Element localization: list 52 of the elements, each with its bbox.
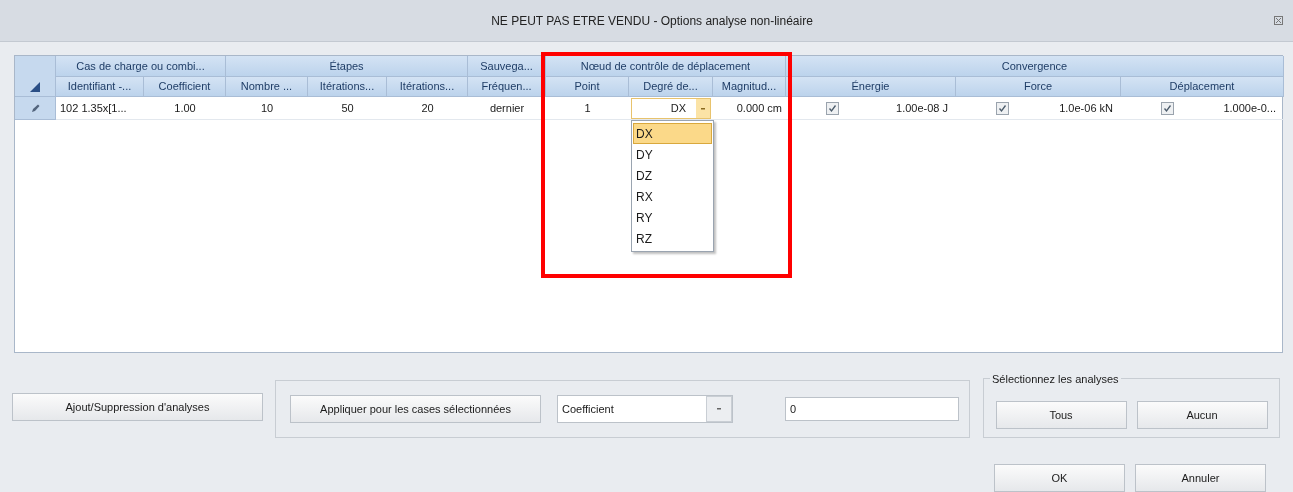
window-title: NE PEUT PAS ETRE VENDU - Options analyse non-linéaire bbox=[491, 12, 813, 30]
table-cell: 50 bbox=[308, 97, 387, 120]
column-header: Force bbox=[956, 77, 1121, 97]
close-icon[interactable] bbox=[1274, 16, 1283, 25]
check-icon bbox=[998, 103, 1007, 113]
dialog-button[interactable]: Annuler bbox=[1135, 464, 1266, 492]
check-icon bbox=[828, 103, 837, 113]
column-group-header: Étapes bbox=[226, 56, 468, 77]
table-cell: dernier bbox=[468, 97, 546, 120]
field-combobox[interactable]: Coefficient bbox=[557, 395, 733, 423]
table-cell: 1 bbox=[546, 97, 629, 120]
column-group-header: Sauvega... bbox=[468, 56, 546, 77]
column-header: Point bbox=[546, 77, 629, 97]
column-header: Nombre ... bbox=[226, 77, 308, 97]
column-header: Identifiant -... bbox=[56, 77, 144, 97]
value-field[interactable]: 0 bbox=[785, 397, 959, 421]
column-header: Fréquen... bbox=[468, 77, 546, 97]
column-header: Itérations... bbox=[308, 77, 387, 97]
column-group-header: Cas de charge ou combi... bbox=[56, 56, 226, 77]
degree-dropdown[interactable]: DX bbox=[631, 97, 711, 119]
table-cell: 10 bbox=[226, 97, 308, 120]
column-header: Déplacement bbox=[1121, 77, 1284, 97]
column-header: Coefficient bbox=[144, 77, 226, 97]
column-header: Magnitud... bbox=[713, 77, 786, 97]
table-cell-text: 1.00e-08 J bbox=[896, 100, 948, 116]
dropdown-option[interactable]: RZ bbox=[633, 228, 712, 249]
apply-button[interactable]: Appliquer pour les cases sélectionnées bbox=[290, 395, 541, 423]
table-cell-text: 1.0e-06 kN bbox=[1059, 100, 1113, 116]
table-cell: 0.000 cm bbox=[713, 97, 786, 120]
sort-corner-icon[interactable] bbox=[30, 82, 40, 92]
check-icon bbox=[1163, 103, 1172, 113]
dialog-button[interactable]: OK bbox=[994, 464, 1125, 492]
add-remove-analyses-button[interactable]: Ajout/Suppression d'analyses bbox=[12, 393, 263, 421]
table-cell: 20 bbox=[387, 97, 468, 120]
column-group-header: Nœud de contrôle de déplacement bbox=[546, 56, 786, 77]
column-header: Degré de... bbox=[629, 77, 713, 97]
dropdown-option[interactable]: DX bbox=[633, 123, 712, 144]
checkbox[interactable] bbox=[1161, 101, 1174, 115]
dropdown-option[interactable]: DZ bbox=[633, 165, 712, 186]
select-button[interactable]: Tous bbox=[995, 401, 1127, 429]
column-header: Itérations... bbox=[387, 77, 468, 97]
dropdown-option[interactable]: RY bbox=[633, 207, 712, 228]
table-cell: 1.00 bbox=[144, 97, 226, 120]
column-header: Énergie bbox=[786, 77, 956, 97]
table-cell: 102 1.35x[1... bbox=[56, 97, 144, 120]
select-button[interactable]: Aucun bbox=[1136, 401, 1268, 429]
dropdown-option[interactable]: RX bbox=[633, 186, 712, 207]
column-group-header: Convergence bbox=[786, 56, 1284, 77]
checkbox[interactable] bbox=[996, 101, 1009, 115]
table-cell-text: 1.000e-0... bbox=[1223, 100, 1276, 116]
dropdown-option[interactable]: DY bbox=[633, 144, 712, 165]
checkbox[interactable] bbox=[826, 101, 839, 115]
